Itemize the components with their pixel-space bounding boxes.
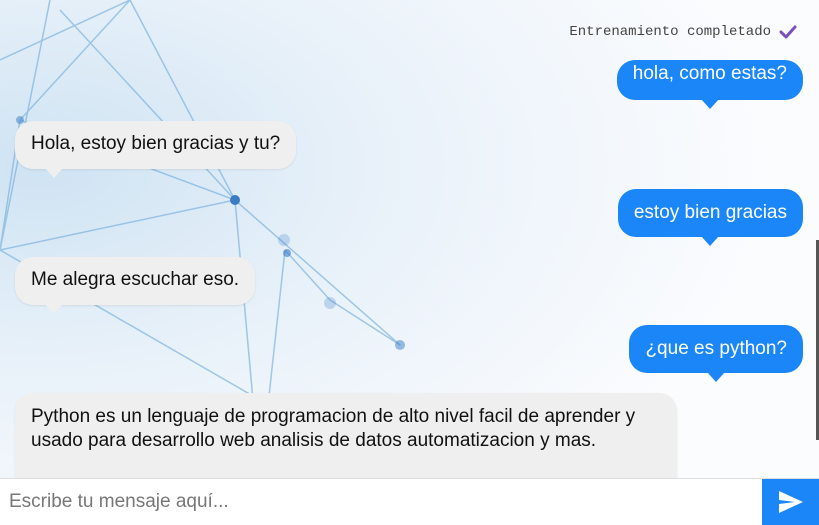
message-text: hola, como estas? bbox=[632, 63, 787, 84]
message-text: Me alegra escuchar eso. bbox=[31, 269, 240, 290]
message-text: Python es un lenguaje de programacion de… bbox=[31, 406, 636, 451]
message-text: estoy bien gracias bbox=[633, 202, 787, 223]
message-input[interactable] bbox=[0, 479, 762, 525]
training-status-text: Entrenamiento completado bbox=[569, 24, 771, 40]
message-user-bubble: ¿que es python? bbox=[629, 325, 803, 382]
message-composer bbox=[0, 478, 819, 525]
message-bot-bubble: Python es un lenguaje de programacion de… bbox=[15, 393, 677, 478]
message-bot-bubble: Hola, estoy bien gracias y tu? bbox=[15, 121, 297, 178]
message-text: Hola, estoy bien gracias y tu? bbox=[31, 133, 281, 154]
message-text: ¿que es python? bbox=[645, 338, 787, 359]
message-user-bubble: estoy bien gracias bbox=[617, 189, 803, 246]
training-status: Entrenamiento completado bbox=[569, 24, 797, 40]
message-bot-bubble: Me alegra escuchar eso. bbox=[15, 257, 256, 314]
checkmark-icon bbox=[779, 25, 797, 39]
send-icon bbox=[778, 491, 803, 513]
send-button[interactable] bbox=[762, 479, 819, 525]
chat-area[interactable]: Entrenamiento completado hola, como esta… bbox=[0, 0, 819, 478]
message-user-bubble: hola, como estas? bbox=[616, 60, 803, 109]
